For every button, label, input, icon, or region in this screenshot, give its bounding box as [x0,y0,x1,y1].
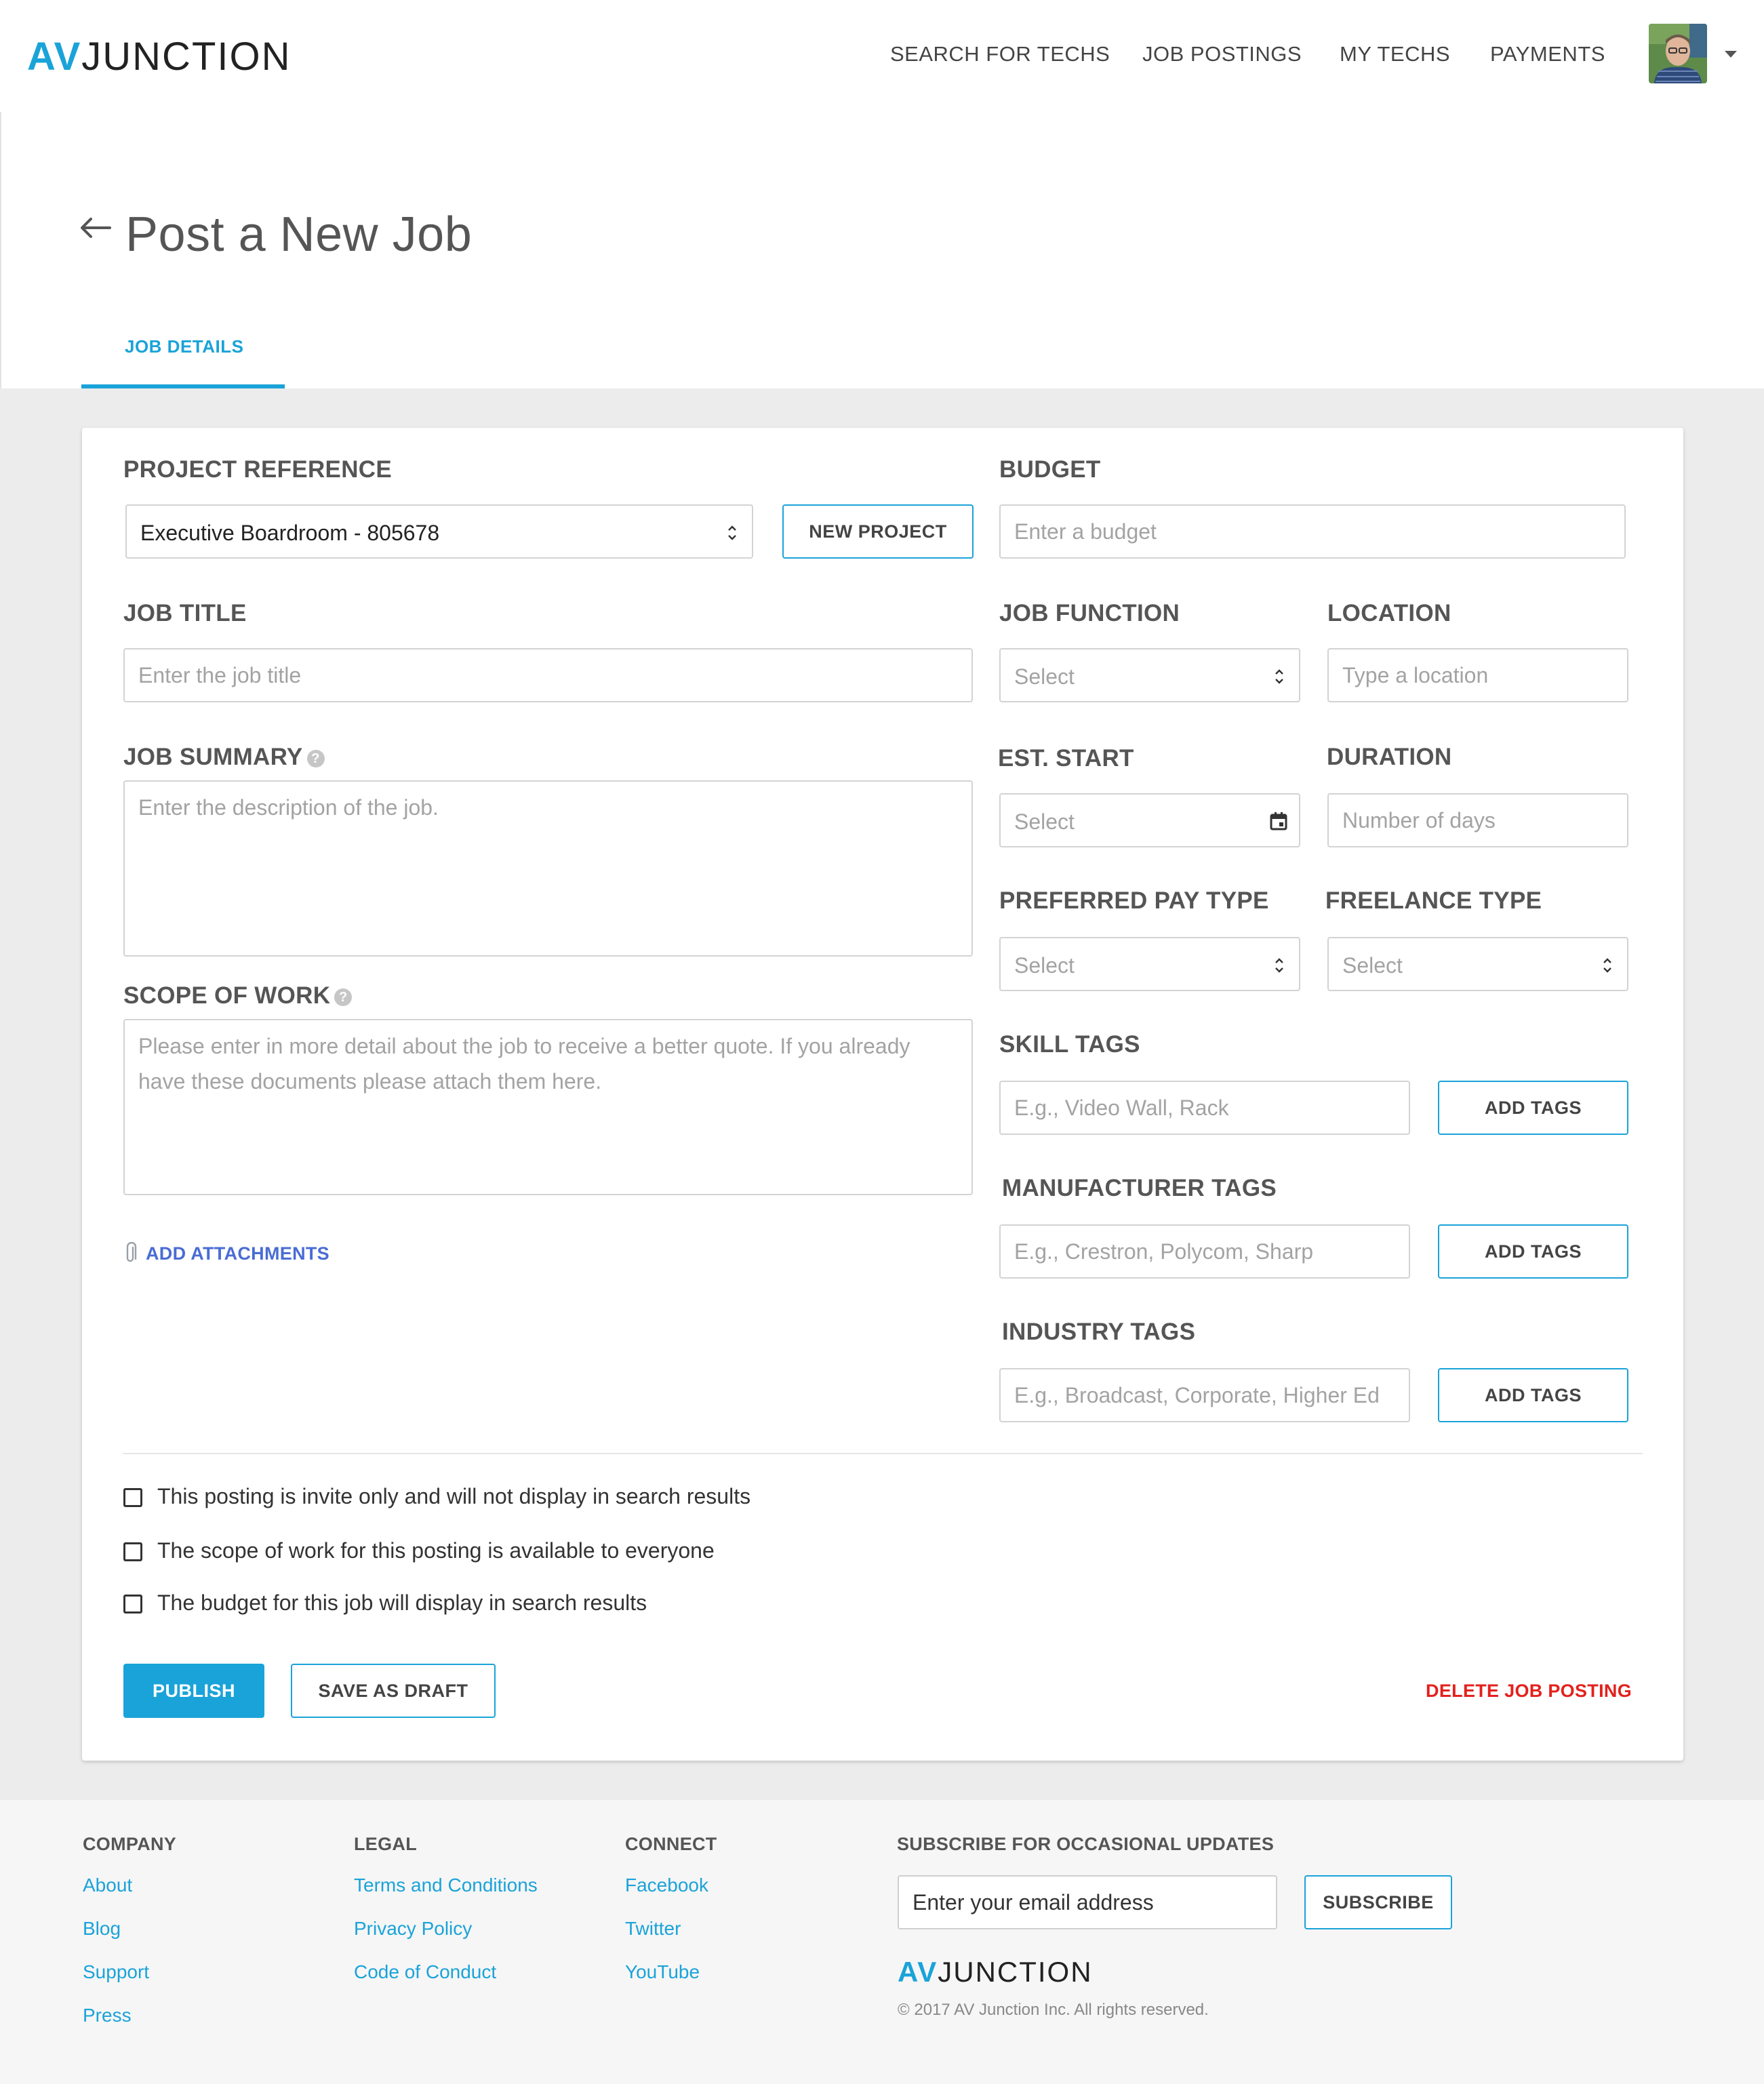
scope-of-work-label: SCOPE OF WORK? [123,982,353,1009]
footer-brand-logo[interactable]: AVJUNCTION [898,1956,1093,1988]
manufacturer-tags-input[interactable] [999,1224,1410,1279]
footer-link-youtube[interactable]: YouTube [625,1961,700,1983]
nav-payments[interactable]: PAYMENTS [1490,42,1605,66]
location-input[interactable] [1327,648,1628,702]
footer-link-terms[interactable]: Terms and Conditions [354,1875,538,1896]
job-function-label: JOB FUNCTION [999,600,1180,626]
footer-subscribe-heading: SUBSCRIBE FOR OCCASIONAL UPDATES [897,1834,1275,1854]
checkbox-scope-public[interactable]: The scope of work for this posting is av… [123,1538,801,1565]
freelance-type-select[interactable]: Select [1327,937,1628,991]
checkbox-box[interactable] [123,1595,142,1614]
project-reference-select[interactable]: Executive Boardroom - 805678 [125,504,753,559]
preferred-pay-type-select[interactable]: Select [999,937,1300,991]
new-project-button[interactable]: NEW PROJECT [782,504,974,559]
checkbox-invite-only[interactable]: This posting is invite only and will not… [123,1484,801,1511]
help-icon[interactable]: ? [334,988,353,1006]
publish-button[interactable]: PUBLISH [123,1664,264,1718]
footer-link-support[interactable]: Support [83,1961,149,1983]
top-header: AVJUNCTION SEARCH FOR TECHS JOB POSTINGS… [0,0,1764,112]
job-summary-textarea[interactable] [123,780,973,957]
subscribe-email-input[interactable] [898,1875,1277,1929]
industry-tags-label: INDUSTRY TAGS [1002,1319,1196,1345]
updown-chevron-icon [1275,669,1283,684]
calendar-icon[interactable] [1269,811,1288,831]
job-function-select[interactable]: Select [999,648,1300,702]
main-nav: SEARCH FOR TECHS JOB POSTINGS MY TECHS P… [0,42,1764,69]
account-caret-down-icon[interactable] [1725,51,1737,58]
updown-chevron-icon [728,525,736,540]
footer-link-code-of-conduct[interactable]: Code of Conduct [354,1961,496,1983]
footer-link-about[interactable]: About [83,1875,132,1896]
checkbox-budget-visible[interactable]: The budget for this job will display in … [123,1590,801,1618]
nav-my-techs[interactable]: MY TECHS [1340,42,1450,66]
job-title-label: JOB TITLE [123,600,247,626]
budget-label: BUDGET [999,456,1101,483]
add-skill-tags-button[interactable]: ADD TAGS [1438,1081,1628,1135]
duration-label: DURATION [1327,744,1452,770]
footer-legal-heading: LEGAL [354,1834,417,1854]
job-summary-label: JOB SUMMARY? [123,744,325,771]
scope-of-work-textarea[interactable] [123,1019,973,1195]
add-industry-tags-button[interactable]: ADD TAGS [1438,1368,1628,1422]
user-avatar[interactable] [1649,24,1707,83]
add-manufacturer-tags-button[interactable]: ADD TAGS [1438,1224,1628,1279]
freelance-type-label: FREELANCE TYPE [1325,887,1542,914]
job-title-input[interactable] [123,648,973,702]
nav-job-postings[interactable]: JOB POSTINGS [1142,42,1302,66]
footer-link-press[interactable]: Press [83,2005,132,2026]
footer-link-facebook[interactable]: Facebook [625,1875,708,1896]
tab-job-details[interactable]: JOB DETAILS [81,323,285,388]
help-icon[interactable]: ? [306,750,325,767]
location-label: LOCATION [1327,600,1451,626]
copyright-text: © 2017 AV Junction Inc. All rights reser… [898,2001,1209,2019]
footer-connect-heading: CONNECT [625,1834,717,1854]
industry-tags-input[interactable] [999,1368,1410,1422]
site-footer: COMPANY About Blog Support Press LEGAL T… [0,1800,1764,2084]
preferred-pay-type-label: PREFERRED PAY TYPE [999,887,1269,914]
budget-input[interactable] [999,504,1626,559]
est-start-label: EST. START [998,745,1134,772]
form-divider [123,1453,1643,1454]
page-title: Post a New Job [125,207,473,262]
skill-tags-label: SKILL TAGS [999,1031,1140,1058]
footer-link-privacy[interactable]: Privacy Policy [354,1918,472,1940]
nav-search-for-techs[interactable]: SEARCH FOR TECHS [890,42,1110,66]
save-as-draft-button[interactable]: SAVE AS DRAFT [291,1664,496,1718]
updown-chevron-icon [1275,958,1283,973]
est-start-datepicker[interactable]: Select [999,793,1300,847]
paperclip-icon [126,1242,137,1262]
back-arrow-icon[interactable] [79,216,113,240]
footer-link-blog[interactable]: Blog [83,1918,121,1940]
skill-tags-input[interactable] [999,1081,1410,1135]
updown-chevron-icon [1603,958,1611,973]
duration-input[interactable] [1327,793,1628,847]
subscribe-button[interactable]: SUBSCRIBE [1304,1875,1452,1929]
job-form-card: PROJECT REFERENCE Executive Boardroom - … [82,428,1683,1761]
checkbox-box[interactable] [123,1488,142,1507]
project-reference-label: PROJECT REFERENCE [123,456,392,483]
footer-company-heading: COMPANY [83,1834,177,1854]
checkbox-box[interactable] [123,1542,142,1561]
manufacturer-tags-label: MANUFACTURER TAGS [1002,1175,1277,1201]
delete-job-posting-link[interactable]: DELETE JOB POSTING [1426,1681,1632,1702]
footer-link-twitter[interactable]: Twitter [625,1918,681,1940]
